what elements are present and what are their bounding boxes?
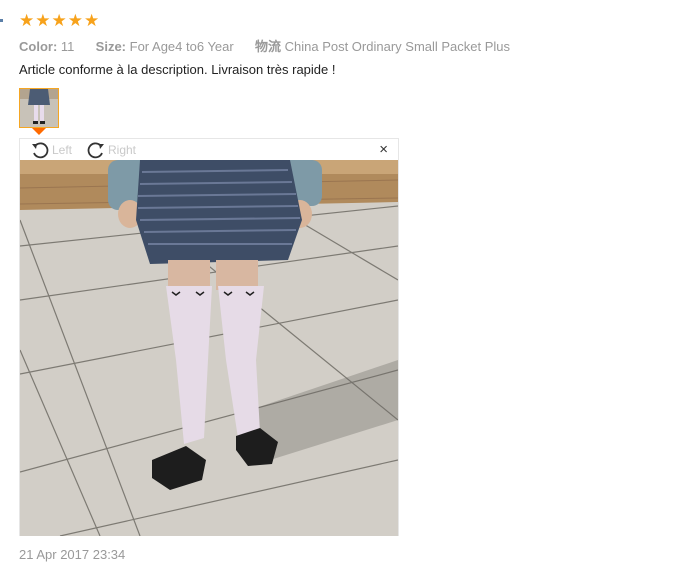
review-date: 21 Apr 2017 23:34 <box>19 547 126 562</box>
review-photo <box>20 160 398 536</box>
star-icon: ★ <box>67 11 83 30</box>
rotate-right-label: Right <box>108 143 137 157</box>
review-attributes: Color: 11 Size: For Age4 to6 Year 物流 Chi… <box>19 36 510 55</box>
shipping-label: 物流 <box>254 39 281 54</box>
star-icon: ★ <box>35 11 51 30</box>
photo-viewer: Left Right × <box>19 138 399 536</box>
thumbnail-image <box>20 89 58 127</box>
star-rating: ★ ★ ★ ★ ★ <box>19 12 99 30</box>
bullet-dot <box>0 19 3 22</box>
rotate-left-button[interactable]: Left <box>30 141 72 159</box>
shipping-value: China Post Ordinary Small Packet Plus <box>284 39 511 54</box>
rotate-right-icon <box>87 142 104 159</box>
review-photo-image <box>20 160 398 536</box>
color-value: 11 <box>60 39 75 54</box>
rotate-right-button[interactable]: Right <box>86 141 136 159</box>
review-photo-thumbnail[interactable] <box>19 88 59 128</box>
size-value: For Age4 to6 Year <box>129 39 234 54</box>
photo-viewer-toolbar: Left Right × <box>20 139 398 161</box>
star-icon: ★ <box>19 11 35 30</box>
color-label: Color: <box>19 39 58 54</box>
review-text: Article conforme à la description. Livra… <box>19 62 336 77</box>
rotate-left-label: Left <box>52 143 73 157</box>
thumbnail-caret-indicator <box>32 128 46 135</box>
star-icon: ★ <box>84 11 100 30</box>
star-icon: ★ <box>51 11 67 30</box>
rotate-left-icon <box>32 142 49 159</box>
close-icon[interactable]: × <box>379 142 388 158</box>
size-label: Size: <box>95 39 126 54</box>
